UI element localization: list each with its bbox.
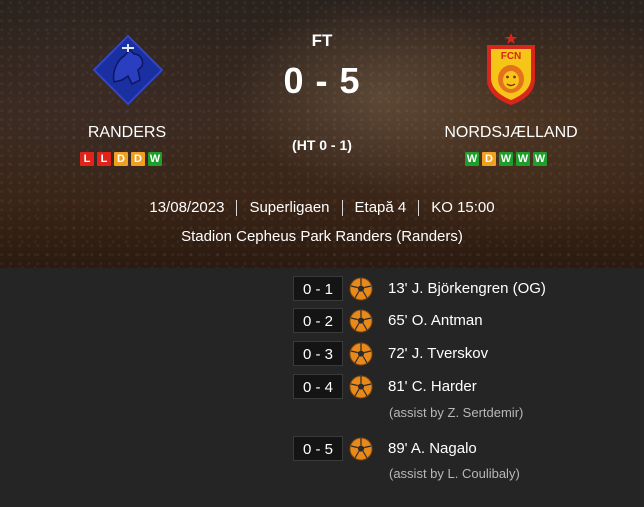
match-date: 13/08/2023 <box>149 199 225 216</box>
goal-event: 0 - 3 72' J. Tverskov <box>293 341 488 366</box>
divider <box>341 199 343 216</box>
goal-event: 0 - 5 89' A. Nagalo <box>293 436 477 461</box>
soccer-ball-icon <box>349 437 373 460</box>
form-badge: D <box>131 152 145 166</box>
goal-description[interactable]: 13' J. Björkengren (OG) <box>388 280 546 297</box>
form-badge: D <box>482 152 496 166</box>
soccer-ball-icon <box>349 309 373 332</box>
home-form-guide: L L D D W <box>80 152 162 166</box>
running-score: 0 - 1 <box>293 276 343 301</box>
goal-description[interactable]: 72' J. Tverskov <box>388 345 488 362</box>
form-badge: W <box>465 152 479 166</box>
goal-events-list: 0 - 1 13' J. Björkengren (OG) 0 - 2 65' … <box>0 268 644 507</box>
running-score: 0 - 3 <box>293 341 343 366</box>
round-label: Etapă 4 <box>354 199 407 216</box>
home-team-name[interactable]: RANDERS <box>60 124 194 142</box>
form-badge: W <box>533 152 547 166</box>
goal-event: 0 - 4 81' C. Harder <box>293 374 477 399</box>
form-badge: L <box>80 152 94 166</box>
running-score: 0 - 2 <box>293 308 343 333</box>
halftime-score: (HT 0 - 1) <box>292 137 352 153</box>
svg-text:FCN: FCN <box>501 51 522 62</box>
soccer-ball-icon <box>349 342 373 365</box>
match-info: 13/08/2023 Superligaen Etapă 4 KO 15:00 <box>0 199 644 216</box>
fc-nordsjaelland-crest-icon: FCN <box>487 33 535 105</box>
goal-description[interactable]: 65' O. Antman <box>388 312 483 329</box>
goal-description[interactable]: 81' C. Harder <box>388 378 477 395</box>
form-badge: W <box>148 152 162 166</box>
form-badge: L <box>97 152 111 166</box>
assist-note: (assist by L. Coulibaly) <box>389 466 520 481</box>
away-form-guide: W D W W W <box>465 152 547 166</box>
form-badge: D <box>114 152 128 166</box>
divider <box>236 199 238 216</box>
competition-link[interactable]: Superligaen <box>249 199 329 216</box>
goal-event: 0 - 2 65' O. Antman <box>293 308 483 333</box>
divider <box>418 199 420 216</box>
match-header: FCN FT 0 - 5 (HT 0 - 1) RANDERS NORDSJÆL… <box>0 0 644 268</box>
kickoff-time: KO 15:00 <box>431 199 495 216</box>
running-score: 0 - 5 <box>293 436 343 461</box>
goal-event: 0 - 1 13' J. Björkengren (OG) <box>293 276 546 301</box>
goal-description[interactable]: 89' A. Nagalo <box>388 440 477 457</box>
match-status: FT <box>311 31 333 50</box>
soccer-ball-icon <box>349 375 373 398</box>
running-score: 0 - 4 <box>293 374 343 399</box>
assist-note: (assist by Z. Sertdemir) <box>389 405 524 420</box>
final-score: 0 - 5 <box>283 60 361 101</box>
form-badge: W <box>499 152 513 166</box>
away-team-name[interactable]: NORDSJÆLLAND <box>420 124 602 142</box>
randers-crest-icon <box>92 34 164 106</box>
form-badge: W <box>516 152 530 166</box>
soccer-ball-icon <box>349 277 373 300</box>
venue-name: Stadion Cepheus Park Randers (Randers) <box>181 228 463 245</box>
